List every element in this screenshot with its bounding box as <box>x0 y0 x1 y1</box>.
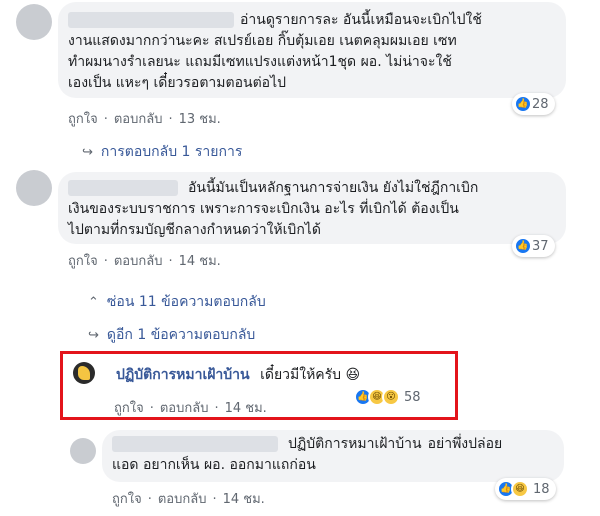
see-more-label: ดูอีก 1 ข้อความตอบกลับ <box>106 327 256 343</box>
hide-replies-link[interactable]: ⌃ ซ่อน 11 ข้อความตอบกลับ <box>88 291 266 313</box>
blurred-author-name[interactable] <box>68 12 234 28</box>
see-more-replies-link[interactable]: ↪ ดูอีก 1 ข้อความตอบกลับ <box>88 324 255 346</box>
blurred-author-name[interactable] <box>68 180 178 196</box>
comment-bubble: อันนี้มันเป็นหลักฐานการจ่ายเงิน ยังไม่ใช… <box>58 172 566 244</box>
reply-arrow-icon: ↪ <box>88 327 99 343</box>
view-replies-label: การตอบกลับ 1 รายการ <box>100 144 243 160</box>
highlight-box <box>60 351 458 420</box>
reaction-count: 28 <box>532 96 549 112</box>
reply-text: แอด อยากเห็น ผอ. ออกมาแถก่อน <box>112 457 316 473</box>
comment-text: ทำผมนางรำเลยนะ แถมมีเซทแปรงแต่งหน้า1ชุด … <box>68 54 452 70</box>
hide-arrow-icon: ⌃ <box>88 294 99 310</box>
like-link[interactable]: ถูกใจ <box>112 492 142 507</box>
comment-text: อ่านดูรายการละ อันนี้เหมือนจะเบิกไปใช้ <box>240 12 482 28</box>
comment-actions: ถูกใจ · ตอบกลับ · 14 ชม. <box>68 254 221 269</box>
reply-text: อย่าพึ่งปล่อย <box>427 436 503 452</box>
comment-text: ไปตามที่กรมบัญชีกลางกำหนดว่าให้เบิกได้ <box>68 222 321 238</box>
timestamp[interactable]: 13 ชม. <box>179 112 221 127</box>
tagged-user[interactable]: ปฏิบัติการหมาเฝ้าบ้าน <box>288 434 422 455</box>
comment-actions: ถูกใจ · ตอบกลับ · 13 ชม. <box>68 112 221 127</box>
comment-text: เองเป็น แหะๆ เดี๋ยวรอตามตอนต่อไป <box>68 75 287 91</box>
timestamp[interactable]: 14 ชม. <box>223 492 265 507</box>
reaction-summary[interactable]: 👍 😆 18 <box>495 478 556 500</box>
comment-text: อันนี้มันเป็นหลักฐานการจ่ายเงิน ยังไม่ใช… <box>188 180 479 196</box>
reply-link[interactable]: ตอบกลับ <box>114 112 163 127</box>
reply-actions: ถูกใจ · ตอบกลับ · 14 ชม. <box>112 492 265 507</box>
reaction-count: 18 <box>533 481 550 497</box>
hide-replies-label: ซ่อน 11 ข้อความตอบกลับ <box>106 294 266 310</box>
reaction-count: 37 <box>532 238 549 254</box>
like-icon: 👍 <box>514 237 532 255</box>
reply-arrow-icon: ↪ <box>82 144 93 160</box>
avatar[interactable] <box>16 170 52 206</box>
reply-link[interactable]: ตอบกลับ <box>158 492 207 507</box>
like-link[interactable]: ถูกใจ <box>68 254 98 269</box>
timestamp[interactable]: 14 ชม. <box>179 254 221 269</box>
blurred-author-name[interactable] <box>112 436 278 452</box>
avatar[interactable] <box>70 438 96 464</box>
comment-text: งานแสดงมากกว่านะคะ สเปรย์เอย กิ๊บตุ้มเอย… <box>68 33 457 49</box>
like-link[interactable]: ถูกใจ <box>68 112 98 127</box>
reply-link[interactable]: ตอบกลับ <box>114 254 163 269</box>
reaction-summary[interactable]: 👍 37 <box>512 235 555 257</box>
comment-bubble: ปฏิบัติการหมาเฝ้าบ้าน อย่าพึ่งปล่อย แอด … <box>102 430 564 482</box>
comment-text: เงินของระบบราชการ เพราะการจะเบิกเงิน อะไ… <box>68 201 459 217</box>
like-icon: 👍 <box>514 95 532 113</box>
view-replies-link[interactable]: ↪ การตอบกลับ 1 รายการ <box>82 141 242 163</box>
comment-bubble: อ่านดูรายการละ อันนี้เหมือนจะเบิกไปใช้ ง… <box>58 2 566 98</box>
avatar[interactable] <box>16 4 52 40</box>
reaction-summary[interactable]: 👍 28 <box>512 93 555 115</box>
haha-icon: 😆 <box>511 480 529 498</box>
